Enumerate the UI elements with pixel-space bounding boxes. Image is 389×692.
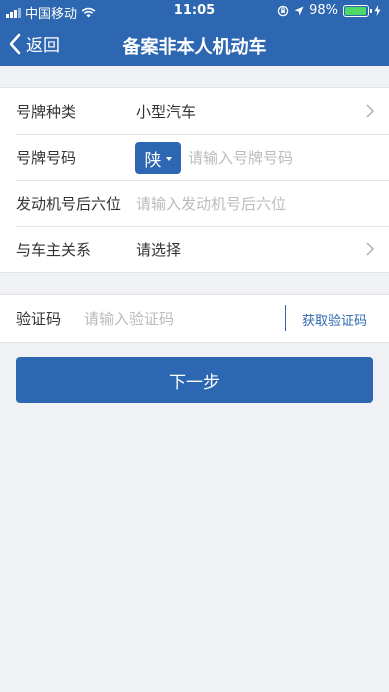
rotation-lock-icon (277, 5, 289, 16)
caret-down-icon (165, 157, 172, 161)
plate-number-row: 号牌号码 陕 请输入号牌号码 (0, 134, 389, 180)
status-bar: 中国移动 11:05 98% (0, 0, 389, 22)
plate-number-input[interactable]: 请输入号牌号码 (188, 147, 293, 168)
engine-row: 发动机号后六位 请输入发动机号后六位 (0, 180, 389, 226)
vehicle-form: 号牌种类 小型汽车 号牌号码 陕 请输入号牌号码 发动机号后六位 请输入发动机号… (0, 87, 389, 273)
plate-number-label: 号牌号码 (16, 148, 77, 167)
plate-type-value: 小型汽车 (136, 102, 197, 121)
charging-icon (374, 5, 381, 16)
verify-row: 验证码 请输入验证码 获取验证码 (0, 295, 389, 342)
plate-type-label: 号牌种类 (16, 102, 77, 121)
next-button[interactable]: 下一步 (16, 357, 373, 403)
province-value: 陕 (144, 150, 162, 171)
chevron-right-icon (366, 242, 375, 256)
header: 中国移动 11:05 98% 返回 备案非本人机动车 (0, 0, 389, 66)
navigation-bar: 返回 备案非本人机动车 (0, 22, 389, 66)
page-title: 备案非本人机动车 (122, 37, 267, 58)
battery-icon (343, 4, 372, 17)
province-select[interactable]: 陕 (135, 142, 181, 174)
engine-number-input[interactable]: 请输入发动机号后六位 (136, 193, 286, 214)
location-icon (294, 6, 304, 15)
verify-label: 验证码 (16, 310, 62, 328)
verify-section: 验证码 请输入验证码 获取验证码 (0, 294, 389, 343)
relation-value: 请选择 (136, 240, 182, 259)
chevron-right-icon (366, 104, 375, 118)
plate-type-row[interactable]: 号牌种类 小型汽车 (0, 88, 389, 134)
status-right: 98% (277, 3, 381, 18)
verify-code-input[interactable]: 请输入验证码 (84, 308, 174, 329)
relation-label: 与车主关系 (16, 240, 92, 259)
divider (285, 305, 286, 331)
engine-label: 发动机号后六位 (16, 194, 122, 213)
battery-percent: 98% (309, 3, 338, 18)
get-code-button[interactable]: 获取验证码 (302, 310, 367, 329)
relation-row[interactable]: 与车主关系 请选择 (0, 226, 389, 272)
